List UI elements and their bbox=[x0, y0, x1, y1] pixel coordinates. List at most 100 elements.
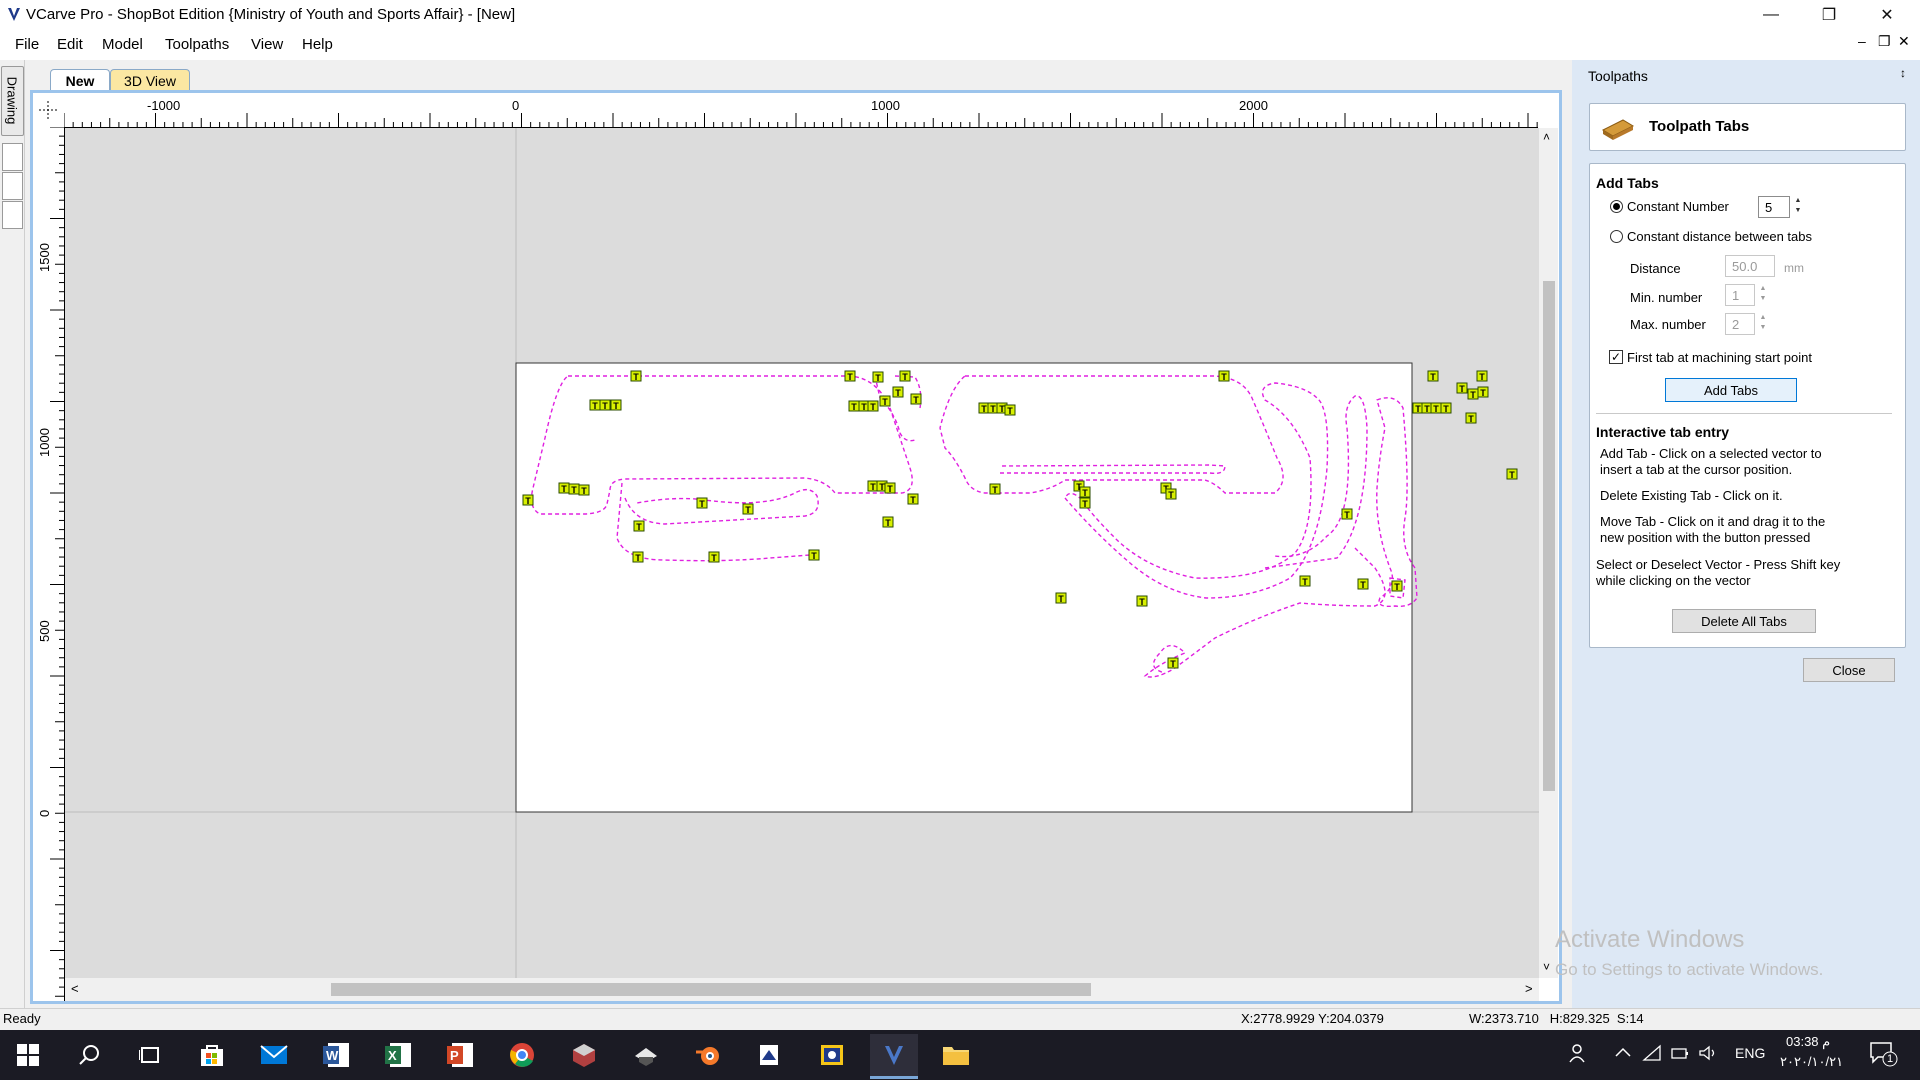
tab-marker[interactable]: T bbox=[1476, 370, 1488, 382]
tab-marker[interactable]: T bbox=[1341, 508, 1353, 520]
tab-marker[interactable]: T bbox=[1079, 497, 1091, 509]
vcarve-icon[interactable] bbox=[870, 1034, 918, 1079]
language-indicator[interactable]: ENG bbox=[1735, 1045, 1765, 1061]
tab-marker[interactable]: T bbox=[1165, 488, 1177, 500]
tab-marker[interactable]: T bbox=[1357, 578, 1369, 590]
tab-marker[interactable]: T bbox=[1299, 575, 1311, 587]
close-panel-button[interactable]: Close bbox=[1803, 658, 1895, 682]
battery-icon[interactable] bbox=[1670, 1044, 1690, 1065]
tab-marker[interactable]: T bbox=[1391, 580, 1403, 592]
people-icon[interactable] bbox=[1568, 1042, 1590, 1067]
tab-marker[interactable]: T bbox=[1456, 382, 1468, 394]
first-tab-checkbox[interactable]: ✓ bbox=[1609, 350, 1623, 364]
menu-model[interactable]: Model bbox=[102, 36, 143, 53]
mdi-restore-button[interactable]: ❐ bbox=[1878, 33, 1891, 50]
mail-icon[interactable] bbox=[250, 1034, 298, 1076]
network-icon[interactable] bbox=[1642, 1044, 1662, 1065]
tab-marker[interactable]: T bbox=[1465, 412, 1477, 424]
app-image-icon[interactable] bbox=[808, 1034, 856, 1076]
constant-number-stepper[interactable]: ▲ ▼ bbox=[1790, 196, 1806, 218]
scroll-right-arrow[interactable]: > bbox=[1525, 981, 1533, 996]
pin-icon[interactable]: ↕ bbox=[1900, 66, 1906, 80]
tab-marker[interactable]: T bbox=[1430, 402, 1442, 414]
min-number-stepper[interactable]: ▲ ▼ bbox=[1755, 284, 1771, 306]
mdi-minimize-button[interactable]: – bbox=[1858, 33, 1866, 49]
scrollbar-thumb[interactable] bbox=[331, 983, 1091, 996]
strip-button[interactable] bbox=[2, 201, 23, 229]
tab-marker[interactable]: T bbox=[1055, 592, 1067, 604]
tab-marker[interactable]: T bbox=[892, 386, 904, 398]
clock-time[interactable]: 03:38 م bbox=[1786, 1034, 1830, 1050]
powerpoint-icon[interactable]: P bbox=[436, 1034, 484, 1076]
menu-view[interactable]: View bbox=[251, 36, 283, 53]
drawing-tab[interactable]: Drawing bbox=[1, 66, 24, 136]
add-tabs-button[interactable]: Add Tabs bbox=[1665, 378, 1797, 402]
constant-number-field[interactable]: 5 bbox=[1758, 196, 1790, 218]
notification-icon[interactable] bbox=[1868, 1040, 1898, 1071]
menu-edit[interactable]: Edit bbox=[57, 36, 83, 53]
menu-toolpaths[interactable]: Toolpaths bbox=[165, 36, 229, 53]
tab-marker[interactable]: T bbox=[522, 494, 534, 506]
tab-marker[interactable]: T bbox=[907, 493, 919, 505]
file-explorer-icon[interactable] bbox=[932, 1034, 980, 1076]
tab-marker[interactable]: T bbox=[1427, 370, 1439, 382]
max-number-field[interactable]: 2 bbox=[1725, 313, 1755, 335]
tab-marker[interactable]: T bbox=[910, 393, 922, 405]
blender-icon[interactable] bbox=[684, 1034, 732, 1076]
ruler-corner[interactable] bbox=[33, 93, 65, 128]
tab-marker[interactable]: T bbox=[589, 399, 601, 411]
start-icon[interactable] bbox=[4, 1034, 52, 1076]
app-docs-icon[interactable] bbox=[746, 1034, 794, 1076]
drawing-canvas[interactable]: TTTTTTTTTTTTTTTTTTTTTTTTTTTTTTTTTTTTTTTT… bbox=[65, 128, 1539, 978]
scroll-up-arrow[interactable]: ˄ bbox=[1543, 130, 1550, 144]
mdi-close-button[interactable]: ✕ bbox=[1898, 33, 1910, 50]
strip-button[interactable] bbox=[2, 172, 23, 200]
tab-marker[interactable]: T bbox=[1477, 386, 1489, 398]
horizontal-scrollbar[interactable]: < > bbox=[65, 978, 1539, 1001]
distance-field[interactable]: 50.0 bbox=[1725, 255, 1775, 277]
tab-marker[interactable]: T bbox=[1467, 388, 1479, 400]
tab-marker[interactable]: T bbox=[599, 399, 611, 411]
scrollbar-thumb[interactable] bbox=[1543, 281, 1555, 791]
tab-marker[interactable]: T bbox=[989, 483, 1001, 495]
tab-marker[interactable]: T bbox=[1506, 468, 1518, 480]
menu-help[interactable]: Help bbox=[302, 36, 333, 53]
task-view-icon[interactable] bbox=[126, 1034, 174, 1076]
tab-marker[interactable]: T bbox=[1136, 595, 1148, 607]
tab-3d-view[interactable]: 3D View bbox=[110, 69, 190, 92]
tab-marker[interactable]: T bbox=[867, 400, 879, 412]
tab-marker[interactable]: T bbox=[872, 371, 884, 383]
tab-marker[interactable]: T bbox=[578, 484, 590, 496]
tab-marker[interactable]: T bbox=[899, 370, 911, 382]
constant-number-radio[interactable] bbox=[1610, 200, 1623, 213]
min-number-field[interactable]: 1 bbox=[1725, 284, 1755, 306]
tab-marker[interactable]: T bbox=[568, 483, 580, 495]
menu-file[interactable]: File bbox=[15, 36, 39, 53]
scroll-down-arrow[interactable]: ˅ bbox=[1543, 960, 1550, 974]
app-hat-icon[interactable] bbox=[622, 1034, 670, 1076]
tab-marker[interactable]: T bbox=[1218, 370, 1230, 382]
tab-marker[interactable]: T bbox=[610, 399, 622, 411]
tab-marker[interactable]: T bbox=[879, 395, 891, 407]
strip-button[interactable] bbox=[2, 143, 23, 171]
max-number-stepper[interactable]: ▲ ▼ bbox=[1755, 313, 1771, 335]
tab-marker[interactable]: T bbox=[1167, 657, 1179, 669]
volume-icon[interactable] bbox=[1698, 1044, 1718, 1065]
tab-marker[interactable]: T bbox=[630, 370, 642, 382]
tab-marker[interactable]: T bbox=[882, 516, 894, 528]
tab-marker[interactable]: T bbox=[844, 370, 856, 382]
vertical-scrollbar[interactable]: ˄ ˅ bbox=[1539, 128, 1558, 978]
delete-all-tabs-button[interactable]: Delete All Tabs bbox=[1672, 609, 1816, 633]
search-icon[interactable] bbox=[65, 1034, 113, 1076]
tab-marker[interactable]: T bbox=[696, 497, 708, 509]
word-icon[interactable]: W bbox=[312, 1034, 360, 1076]
close-button[interactable]: ✕ bbox=[1858, 0, 1916, 29]
tab-marker[interactable]: T bbox=[1440, 402, 1452, 414]
app-cube-icon[interactable] bbox=[560, 1034, 608, 1076]
tab-marker[interactable]: T bbox=[884, 482, 896, 494]
tab-marker[interactable]: T bbox=[808, 549, 820, 561]
tab-new[interactable]: New bbox=[50, 69, 110, 92]
chevron-up-icon[interactable] bbox=[1614, 1044, 1632, 1065]
excel-icon[interactable]: X bbox=[374, 1034, 422, 1076]
tab-marker[interactable]: T bbox=[632, 551, 644, 563]
